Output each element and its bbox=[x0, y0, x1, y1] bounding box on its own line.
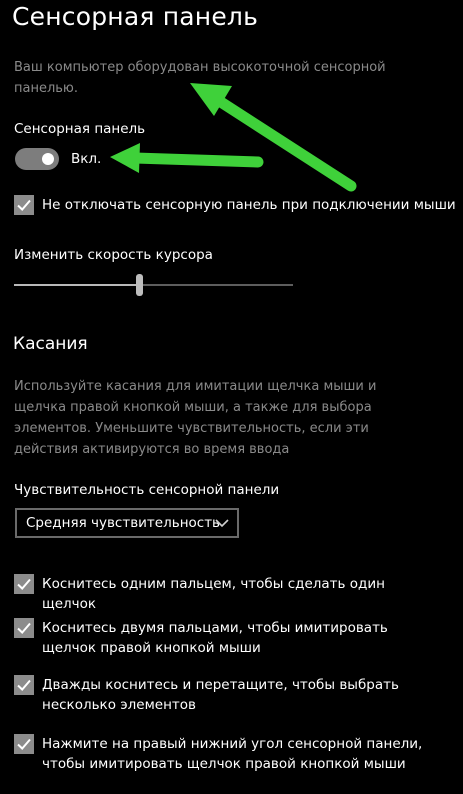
touchpad-toggle[interactable] bbox=[15, 148, 59, 170]
corner-right-click-label: Нажмите на правый нижний угол сенсорной … bbox=[42, 736, 423, 772]
checkmark-icon bbox=[17, 679, 31, 691]
taps-section-title: Касания bbox=[13, 334, 88, 354]
page-title: Сенсорная панель bbox=[12, 2, 259, 31]
page-description: Ваш компьютер оборудован высокоточной се… bbox=[14, 60, 386, 96]
cursor-speed-slider[interactable] bbox=[14, 284, 293, 286]
tap-two-finger-label: Коснитесь двумя пальцами, чтобы имитиров… bbox=[42, 620, 388, 656]
tap-single-click-label: Коснитесь одним пальцем, чтобы сделать о… bbox=[42, 576, 385, 612]
toggle-knob bbox=[42, 153, 54, 165]
checkmark-icon bbox=[17, 738, 31, 750]
checkmark-icon bbox=[17, 199, 31, 211]
tap-two-finger-checkbox[interactable] bbox=[14, 618, 34, 638]
leave-on-label: Не отключать сенсорную панель при подклю… bbox=[42, 197, 456, 213]
chevron-down-icon bbox=[215, 519, 229, 528]
double-tap-drag-checkbox[interactable] bbox=[14, 675, 34, 695]
sensitivity-label: Чувствительность сенсорной панели bbox=[14, 482, 280, 498]
taps-description: Используйте касания для имитации щелчка … bbox=[14, 379, 377, 457]
checkmark-icon bbox=[17, 622, 31, 634]
sensitivity-dropdown[interactable]: Средняя чувствительность bbox=[15, 508, 239, 538]
slider-thumb[interactable] bbox=[136, 274, 144, 296]
toggle-state-label: Вкл. bbox=[71, 151, 102, 167]
corner-right-click-checkbox[interactable] bbox=[14, 734, 34, 754]
checkmark-icon bbox=[17, 578, 31, 590]
leave-on-checkbox[interactable] bbox=[14, 195, 34, 215]
slider-fill bbox=[14, 284, 140, 286]
cursor-speed-label: Изменить скорость курсора bbox=[14, 247, 213, 263]
tap-single-click-checkbox[interactable] bbox=[14, 574, 34, 594]
arrow-icon bbox=[110, 143, 264, 173]
double-tap-drag-label: Дважды коснитесь и перетащите, чтобы выб… bbox=[42, 677, 399, 713]
sensitivity-value: Средняя чувствительность bbox=[26, 515, 221, 531]
touchpad-label: Сенсорная панель bbox=[14, 121, 146, 137]
